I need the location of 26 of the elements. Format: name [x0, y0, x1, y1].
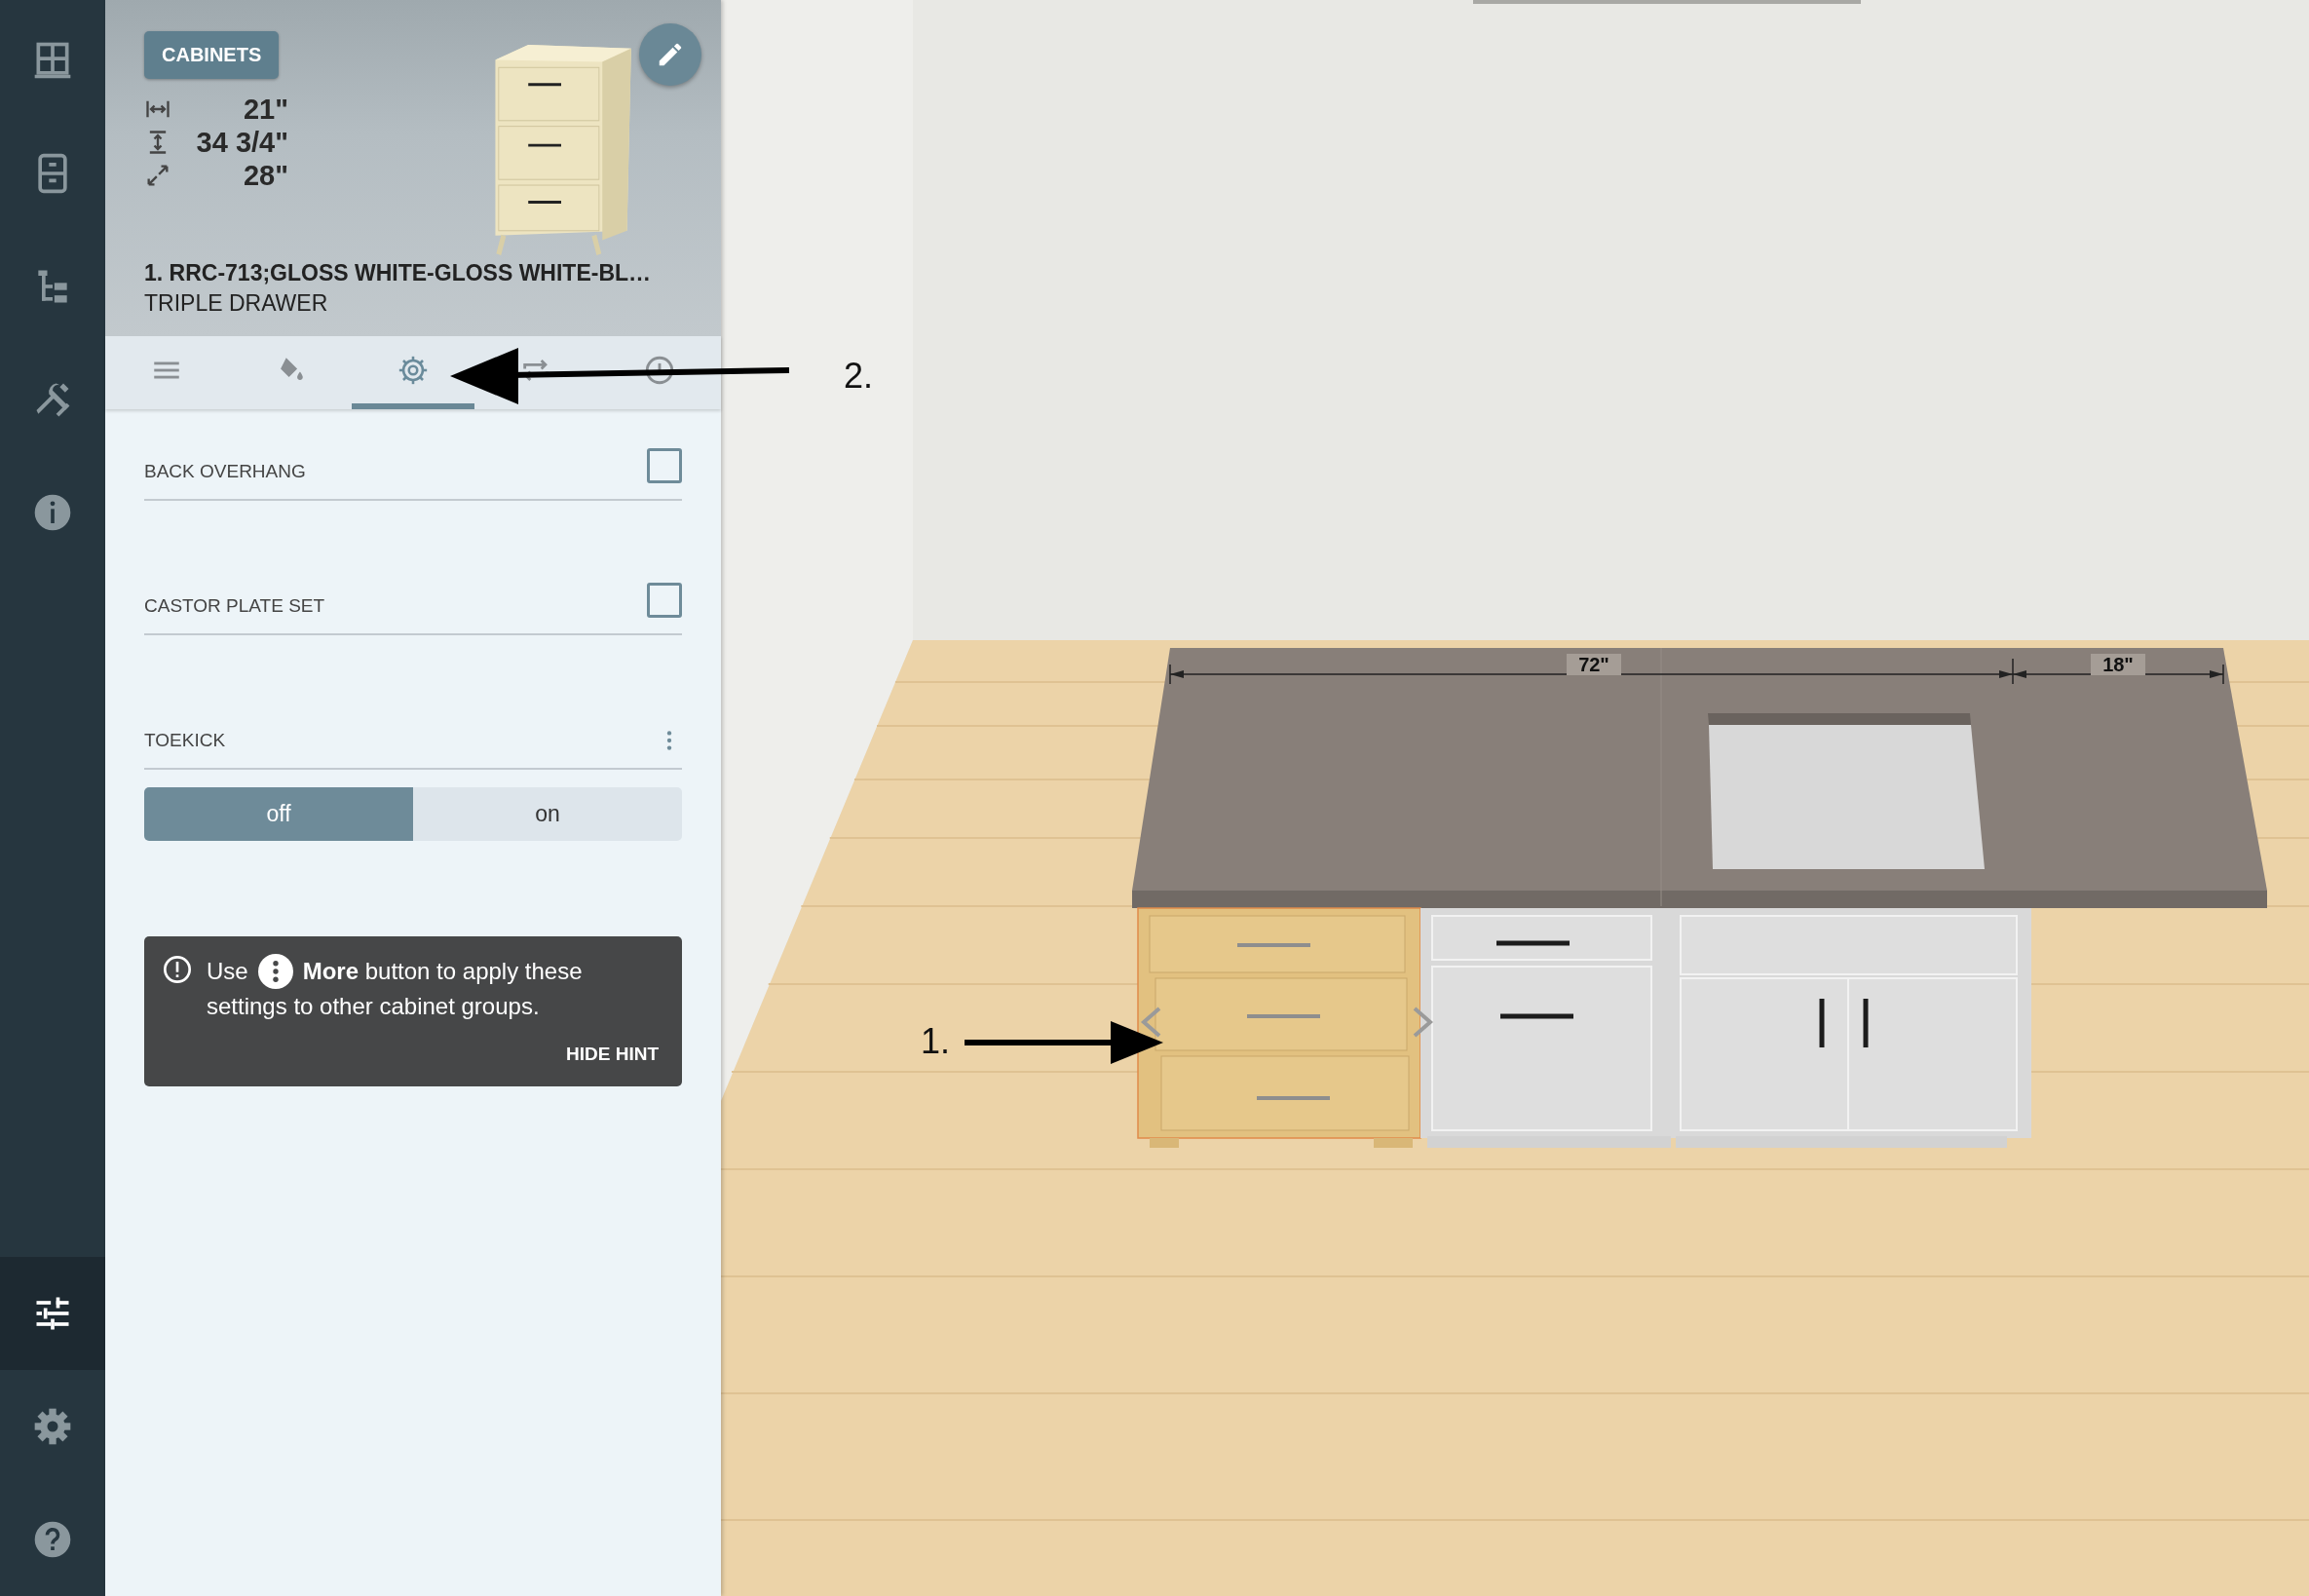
- dimension-label: 72": [1567, 654, 1621, 675]
- toggle-option[interactable]: off: [144, 787, 413, 841]
- chevron-left-icon[interactable]: [1140, 1007, 1161, 1038]
- annotation-label: 1.: [921, 1021, 951, 1061]
- hide-hint-button[interactable]: HIDE HINT: [566, 1040, 659, 1069]
- setting-label: CASTOR PLATE SET: [144, 595, 325, 617]
- setting-label: TOEKICK: [144, 730, 226, 751]
- cabinet-title: 1. RRC-713;GLOSS WHITE-GLOSS WHITE-BL…: [144, 260, 653, 286]
- cabinet-subtitle: TRIPLE DRAWER: [144, 290, 329, 317]
- category-button[interactable]: CABINETS: [144, 31, 280, 79]
- toggle-option[interactable]: on: [413, 787, 682, 841]
- hint-text: settings to other cabinet groups.: [207, 992, 540, 1021]
- annotation-label: 2.: [844, 356, 874, 397]
- dimension-label: 18": [2091, 654, 2145, 675]
- dimension-value: 34 3/4": [196, 126, 288, 159]
- chevron-right-icon[interactable]: [1413, 1007, 1434, 1038]
- more-icon: [257, 954, 293, 989]
- setting-label: BACK OVERHANG: [144, 461, 306, 482]
- dimension-value: 28": [244, 159, 288, 192]
- checkbox[interactable]: [647, 583, 682, 618]
- alert-icon: [162, 954, 193, 985]
- hint-text: More button to apply these: [302, 957, 583, 986]
- checkbox[interactable]: [647, 448, 682, 483]
- hint-text: Use: [207, 957, 248, 986]
- dimension-value: 21": [244, 93, 288, 126]
- nav-item[interactable]: [0, 1257, 105, 1370]
